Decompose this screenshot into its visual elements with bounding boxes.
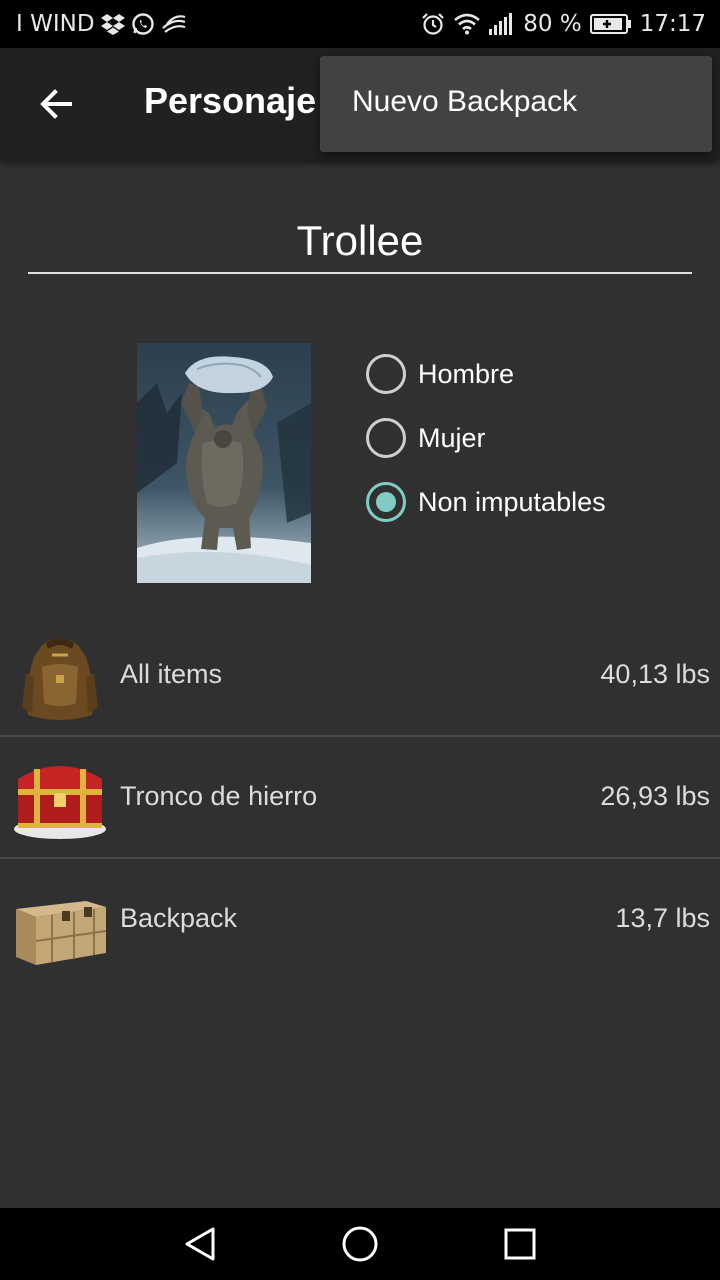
swiftkey-icon	[161, 14, 187, 34]
troll-portrait-image[interactable]	[137, 343, 311, 583]
backpack-icon	[12, 627, 108, 725]
arrow-back-icon	[40, 89, 72, 119]
radio-circle-checked[interactable]	[366, 482, 406, 522]
menu-item-new-backpack[interactable]: Nuevo Backpack	[352, 85, 577, 119]
treasure-chest-icon	[12, 749, 108, 847]
list-item-tronco-de-hierro[interactable]: Tronco de hierro 26,93 lbs	[0, 737, 720, 859]
list-item-all-items[interactable]: All items 40,13 lbs	[0, 615, 720, 737]
status-bar: I WIND 80 % 17:17	[0, 0, 720, 48]
nav-home-button[interactable]	[340, 1224, 380, 1264]
list-item-name: All items	[120, 659, 223, 689]
list-item-weight: 13,7 lbs	[615, 903, 710, 933]
character-name-field[interactable]: Trollee	[28, 210, 692, 274]
back-button[interactable]	[26, 76, 86, 132]
carrier-name: I WIND	[16, 11, 95, 37]
list-item-backpack[interactable]: Backpack 13,7 lbs	[0, 859, 720, 981]
clock: 17:17	[639, 11, 706, 37]
status-bar-right: 80 % 17:17	[421, 11, 706, 37]
battery-icon	[589, 13, 632, 35]
alarm-icon	[421, 12, 445, 36]
nav-recents-icon	[504, 1228, 536, 1260]
dropbox-icon	[100, 13, 125, 35]
nav-home-icon	[342, 1226, 378, 1262]
nav-back-icon	[185, 1227, 215, 1261]
radio-label-hombre: Hombre	[418, 358, 515, 389]
battery-percent: 80 %	[523, 11, 582, 37]
wifi-icon	[453, 13, 481, 35]
radio-circle[interactable]	[366, 418, 406, 458]
nav-back-button[interactable]	[180, 1224, 220, 1264]
status-bar-left: I WIND	[16, 11, 187, 37]
list-item-name: Tronco de hierro	[120, 781, 318, 811]
navigation-bar	[0, 1208, 720, 1280]
radio-label-mujer: Mujer	[418, 422, 486, 453]
whatsapp-icon	[131, 12, 155, 36]
radio-hombre[interactable]: Hombre	[366, 354, 514, 394]
radio-mujer[interactable]: Mujer	[366, 418, 486, 458]
list-item-weight: 26,93 lbs	[600, 781, 710, 811]
wooden-crate-icon	[12, 871, 108, 969]
overflow-menu: Nuevo Backpack	[320, 56, 712, 152]
signal-icon	[489, 13, 515, 35]
list-item-weight: 40,13 lbs	[600, 659, 710, 689]
nav-recents-button[interactable]	[500, 1224, 540, 1264]
radio-label-non-imputables: Non imputables	[418, 486, 606, 517]
radio-non-imputables[interactable]: Non imputables	[366, 482, 606, 522]
radio-circle[interactable]	[366, 354, 406, 394]
page-title: Personaje	[144, 80, 317, 121]
list-item-name: Backpack	[120, 903, 238, 933]
